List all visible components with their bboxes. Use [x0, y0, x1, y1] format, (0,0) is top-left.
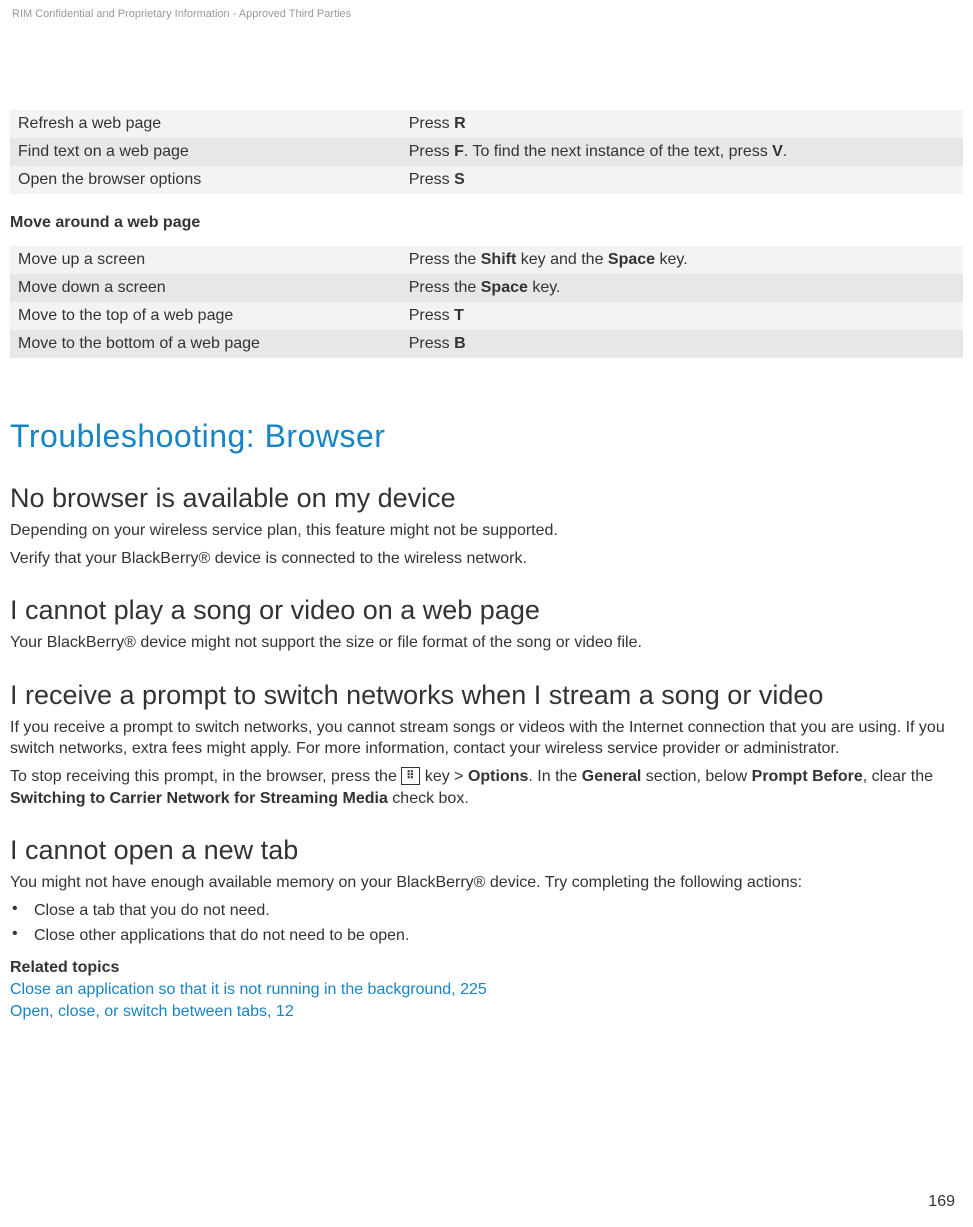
text: key and the: [516, 251, 608, 268]
text: To stop receiving this prompt, in the br…: [10, 768, 401, 785]
key-label: Space: [481, 279, 528, 296]
key-label: Shift: [481, 251, 517, 268]
shortcut-key: Press F. To find the next instance of th…: [401, 138, 963, 166]
list-item-text: Close a tab that you do not need.: [34, 900, 270, 922]
shortcut-action: Find text on a web page: [10, 138, 401, 166]
move-around-heading: Move around a web page: [10, 214, 963, 232]
table-row: Move down a screen Press the Space key.: [10, 274, 963, 302]
text: Press: [409, 171, 454, 188]
subheading-cannot-play: I cannot play a song or video on a web p…: [10, 595, 963, 626]
shortcut-action: Move down a screen: [10, 274, 401, 302]
shortcut-key: Press R: [401, 110, 963, 138]
text: Press: [409, 335, 454, 352]
key-label: T: [454, 307, 464, 324]
table-row: Open the browser options Press S: [10, 166, 963, 194]
page-title: Troubleshooting: Browser: [10, 418, 963, 455]
text: key >: [425, 768, 468, 785]
subheading-no-browser: No browser is available on my device: [10, 483, 963, 514]
bold-text: Prompt Before: [752, 768, 863, 785]
list-item: • Close other applications that do not n…: [10, 925, 963, 947]
paragraph: If you receive a prompt to switch networ…: [10, 717, 963, 760]
move-shortcut-table: Move up a screen Press the Shift key and…: [10, 246, 963, 358]
shortcut-action: Open the browser options: [10, 166, 401, 194]
table-row: Move to the top of a web page Press T: [10, 302, 963, 330]
text: Press: [409, 307, 454, 324]
bullet-icon: •: [10, 925, 34, 943]
text: .: [783, 143, 787, 160]
paragraph: Your BlackBerry® device might not suppor…: [10, 632, 963, 654]
shortcut-key: Press the Space key.: [401, 274, 963, 302]
shortcut-action: Move to the bottom of a web page: [10, 330, 401, 358]
paragraph: You might not have enough available memo…: [10, 872, 963, 894]
text: . In the: [528, 768, 581, 785]
text: key.: [528, 279, 561, 296]
key-label: B: [454, 335, 466, 352]
text: Press: [409, 143, 454, 160]
shortcut-action: Refresh a web page: [10, 110, 401, 138]
shortcut-key: Press B: [401, 330, 963, 358]
text: Press the: [409, 251, 481, 268]
text: , clear the: [863, 768, 933, 785]
text: Press the: [409, 279, 481, 296]
shortcut-key: Press the Shift key and the Space key.: [401, 246, 963, 274]
paragraph: Verify that your BlackBerry® device is c…: [10, 548, 963, 570]
shortcut-action: Move to the top of a web page: [10, 302, 401, 330]
list-item-text: Close other applications that do not nee…: [34, 925, 409, 947]
shortcut-key: Press S: [401, 166, 963, 194]
key-label: V: [772, 143, 783, 160]
bold-text: Options: [468, 768, 528, 785]
related-topics-heading: Related topics: [10, 959, 963, 977]
shortcut-action: Move up a screen: [10, 246, 401, 274]
key-label: F: [454, 143, 464, 160]
menu-key-icon: ⠿: [401, 767, 420, 785]
related-link[interactable]: Open, close, or switch between tabs, 12: [10, 1001, 963, 1023]
bold-text: Switching to Carrier Network for Streami…: [10, 790, 388, 807]
text: check box.: [388, 790, 469, 807]
table-row: Find text on a web page Press F. To find…: [10, 138, 963, 166]
table-row: Move up a screen Press the Shift key and…: [10, 246, 963, 274]
table-row: Refresh a web page Press R: [10, 110, 963, 138]
subheading-new-tab: I cannot open a new tab: [10, 835, 963, 866]
confidential-notice: RIM Confidential and Proprietary Informa…: [10, 8, 963, 20]
key-label: Space: [608, 251, 655, 268]
text: section, below: [641, 768, 751, 785]
bold-text: General: [582, 768, 642, 785]
key-label: S: [454, 171, 465, 188]
text: key.: [655, 251, 688, 268]
table-row: Move to the bottom of a web page Press B: [10, 330, 963, 358]
shortcut-key: Press T: [401, 302, 963, 330]
subheading-switch-networks: I receive a prompt to switch networks wh…: [10, 680, 963, 711]
paragraph: Depending on your wireless service plan,…: [10, 520, 963, 542]
paragraph: To stop receiving this prompt, in the br…: [10, 766, 963, 809]
related-link[interactable]: Close an application so that it is not r…: [10, 979, 963, 1001]
browser-shortcut-table: Refresh a web page Press R Find text on …: [10, 110, 963, 194]
page-number: 169: [928, 1193, 955, 1211]
list-item: • Close a tab that you do not need.: [10, 900, 963, 922]
text: Press: [409, 115, 454, 132]
text: . To find the next instance of the text,…: [464, 143, 772, 160]
bullet-icon: •: [10, 900, 34, 918]
key-label: R: [454, 115, 466, 132]
